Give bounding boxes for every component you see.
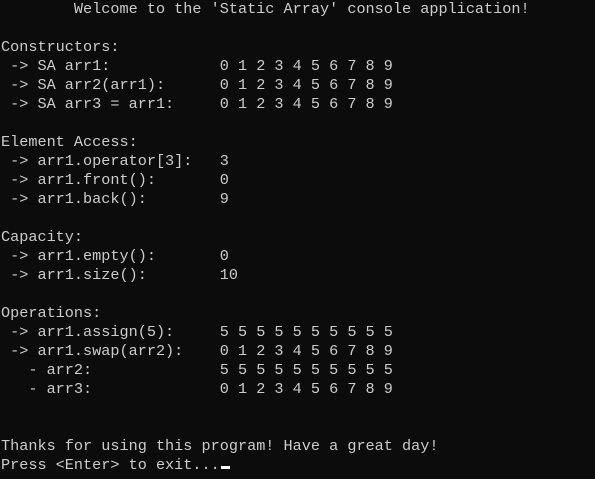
operation-line: -> arr1.assign(5): 5 5 5 5 5 5 5 5 5 5 xyxy=(1,323,393,341)
operations-header: Operations: xyxy=(1,304,102,322)
element-access-header: Element Access: xyxy=(1,133,138,151)
element-access-line: -> arr1.operator[3]: 3 xyxy=(1,152,229,170)
thanks-line: Thanks for using this program! Have a gr… xyxy=(1,437,439,455)
operation-line: -> arr1.swap(arr2): 0 1 2 3 4 5 6 7 8 9 xyxy=(1,342,393,360)
element-access-line: -> arr1.back(): 9 xyxy=(1,190,229,208)
element-access-line: -> arr1.front(): 0 xyxy=(1,171,229,189)
constructor-line: -> SA arr2(arr1): 0 1 2 3 4 5 6 7 8 9 xyxy=(1,76,393,94)
console-window[interactable]: Welcome to the 'Static Array' console ap… xyxy=(0,0,595,479)
constructors-header: Constructors: xyxy=(1,38,120,56)
constructor-line: -> SA arr3 = arr1: 0 1 2 3 4 5 6 7 8 9 xyxy=(1,95,393,113)
text-cursor xyxy=(220,466,230,469)
operation-line: - arr3: 0 1 2 3 4 5 6 7 8 9 xyxy=(1,380,393,398)
capacity-header: Capacity: xyxy=(1,228,84,246)
operation-line: - arr2: 5 5 5 5 5 5 5 5 5 5 xyxy=(1,361,393,379)
capacity-line: -> arr1.size(): 10 xyxy=(1,266,238,284)
capacity-line: -> arr1.empty(): 0 xyxy=(1,247,229,265)
constructor-line: -> SA arr1: 0 1 2 3 4 5 6 7 8 9 xyxy=(1,57,393,75)
welcome-line: Welcome to the 'Static Array' console ap… xyxy=(1,0,530,18)
exit-prompt-line[interactable]: Press <Enter> to exit... xyxy=(1,456,230,475)
exit-prompt-text: Press <Enter> to exit... xyxy=(1,456,220,474)
